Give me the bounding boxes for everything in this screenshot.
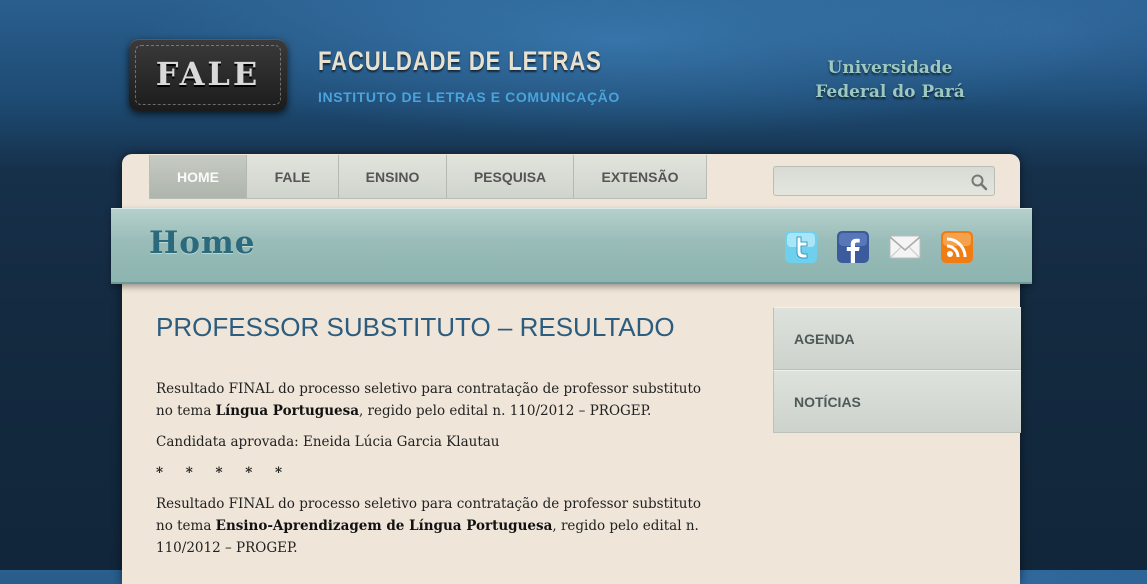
- nav-home[interactable]: HOME: [150, 155, 247, 198]
- nav-pesquisa[interactable]: PESQUISA: [447, 155, 574, 198]
- faculty-title[interactable]: FACULDADE DE LETRAS: [318, 46, 602, 77]
- nav-ensino[interactable]: ENSINO: [339, 155, 447, 198]
- rss-icon[interactable]: [941, 231, 973, 263]
- sidebar-menu: AGENDA NOTÍCIAS: [773, 307, 1021, 433]
- paragraph-2: Candidata aprovada: Eneida Lúcia Garcia …: [156, 434, 500, 450]
- facebook-icon[interactable]: [837, 231, 869, 263]
- post-title[interactable]: PROFESSOR SUBSTITUTO – RESULTADO: [156, 312, 675, 343]
- paragraph-bold: Língua Portuguesa: [215, 403, 359, 419]
- post-body: Resultado FINAL do processo seletivo par…: [156, 378, 716, 568]
- search-box: [773, 166, 995, 196]
- email-icon[interactable]: [889, 231, 921, 263]
- nav-fale[interactable]: FALE: [247, 155, 339, 198]
- search-icon[interactable]: [970, 173, 988, 191]
- university-line-2: Federal do Pará: [815, 82, 965, 102]
- paragraph-text: , regido pelo edital n. 110/2012 – PROGE…: [358, 403, 652, 419]
- paragraph-3: Resultado FINAL do processo seletivo par…: [156, 493, 716, 559]
- search-input[interactable]: [780, 171, 964, 193]
- separator-stars: * * * * *: [156, 465, 292, 481]
- nav-extensao[interactable]: EXTENSÃO: [574, 155, 706, 198]
- twitter-icon[interactable]: [785, 231, 817, 263]
- university-line-1: Universidade: [827, 58, 953, 78]
- university-name[interactable]: Universidade Federal do Pará: [780, 56, 1000, 104]
- sidebar-item-agenda[interactable]: AGENDA: [773, 307, 1021, 370]
- logo-text: FALE: [155, 55, 261, 93]
- sidebar-item-noticias[interactable]: NOTÍCIAS: [773, 370, 1021, 433]
- paragraph-1: Resultado FINAL do processo seletivo par…: [156, 378, 716, 422]
- paragraph-bold: Ensino-Aprendizagem de Língua Portuguesa: [215, 518, 553, 534]
- page-banner: Home: [111, 208, 1032, 284]
- faculty-subtitle: INSTITUTO DE LETRAS E COMUNICAÇÃO: [318, 89, 620, 105]
- page-title: Home: [149, 225, 256, 261]
- main-nav: HOME FALE ENSINO PESQUISA EXTENSÃO: [149, 155, 707, 199]
- fale-logo[interactable]: FALE: [129, 39, 287, 111]
